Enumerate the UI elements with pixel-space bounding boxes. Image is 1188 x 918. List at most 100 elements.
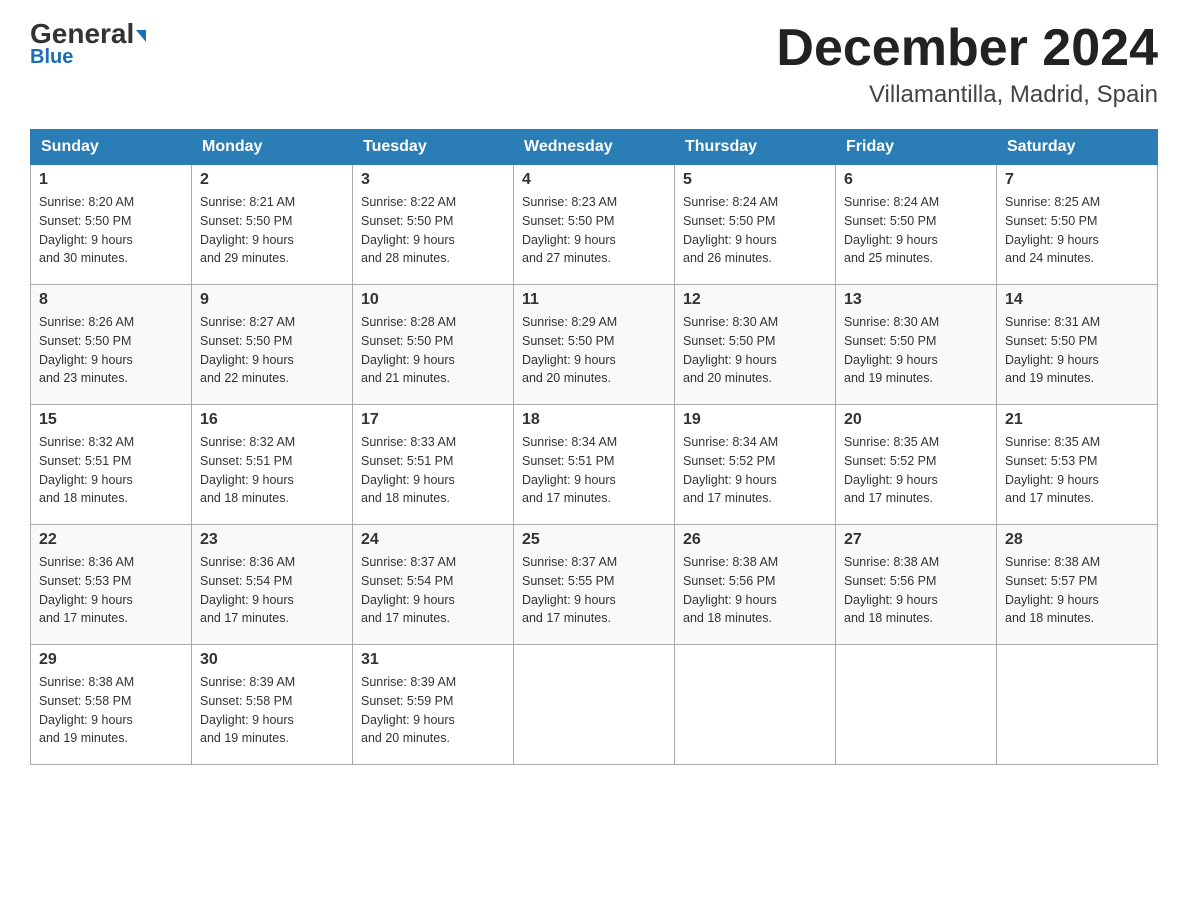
day-number: 1 xyxy=(39,171,183,189)
day-number: 9 xyxy=(200,291,344,309)
logo-text: General xyxy=(30,20,146,48)
day-info: Sunrise: 8:33 AMSunset: 5:51 PMDaylight:… xyxy=(361,433,505,508)
calendar-cell xyxy=(997,645,1158,765)
day-number: 13 xyxy=(844,291,988,309)
day-info: Sunrise: 8:35 AMSunset: 5:52 PMDaylight:… xyxy=(844,433,988,508)
calendar-cell: 6Sunrise: 8:24 AMSunset: 5:50 PMDaylight… xyxy=(836,165,997,285)
calendar-cell: 28Sunrise: 8:38 AMSunset: 5:57 PMDayligh… xyxy=(997,525,1158,645)
calendar-cell: 29 Sunrise: 8:38 AMSunset: 5:58 PMDayligh… xyxy=(31,645,192,765)
calendar-cell: 26Sunrise: 8:38 AMSunset: 5:56 PMDayligh… xyxy=(675,525,836,645)
calendar-cell: 12 Sunrise: 8:30 AMSunset: 5:50 PMDayligh… xyxy=(675,285,836,405)
calendar-cell: 7 Sunrise: 8:25 AMSunset: 5:50 PMDaylight… xyxy=(997,165,1158,285)
calendar-cell: 4 Sunrise: 8:23 AMSunset: 5:50 PMDaylight… xyxy=(514,165,675,285)
day-number: 14 xyxy=(1005,291,1149,309)
day-number: 30 xyxy=(200,651,344,669)
calendar-cell xyxy=(836,645,997,765)
day-info: Sunrise: 8:29 AMSunset: 5:50 PMDaylight:… xyxy=(522,313,666,388)
day-info: Sunrise: 8:37 AMSunset: 5:54 PMDaylight:… xyxy=(361,553,505,628)
day-info: Sunrise: 8:21 AMSunset: 5:50 PMDaylight:… xyxy=(200,193,344,268)
day-number: 5 xyxy=(683,171,827,189)
month-title: December 2024 xyxy=(776,20,1158,77)
calendar-cell: 10 Sunrise: 8:28 AMSunset: 5:50 PMDayligh… xyxy=(353,285,514,405)
day-number: 18 xyxy=(522,411,666,429)
day-number: 7 xyxy=(1005,171,1149,189)
day-info: Sunrise: 8:20 AMSunset: 5:50 PMDaylight:… xyxy=(39,193,183,268)
calendar-cell: 3 Sunrise: 8:22 AMSunset: 5:50 PMDaylight… xyxy=(353,165,514,285)
calendar-cell: 22 Sunrise: 8:36 AMSunset: 5:53 PMDayligh… xyxy=(31,525,192,645)
day-info: Sunrise: 8:25 AMSunset: 5:50 PMDaylight:… xyxy=(1005,193,1149,268)
calendar-cell: 15Sunrise: 8:32 AMSunset: 5:51 PMDayligh… xyxy=(31,405,192,525)
calendar-cell: 5 Sunrise: 8:24 AMSunset: 5:50 PMDaylight… xyxy=(675,165,836,285)
weekday-header-tuesday: Tuesday xyxy=(353,130,514,165)
calendar-cell: 9 Sunrise: 8:27 AMSunset: 5:50 PMDaylight… xyxy=(192,285,353,405)
day-info: Sunrise: 8:38 AMSunset: 5:56 PMDaylight:… xyxy=(683,553,827,628)
calendar-cell: 2 Sunrise: 8:21 AMSunset: 5:50 PMDaylight… xyxy=(192,165,353,285)
calendar-week-row: 1 Sunrise: 8:20 AMSunset: 5:50 PMDaylight… xyxy=(31,165,1158,285)
day-number: 21 xyxy=(1005,411,1149,429)
day-info: Sunrise: 8:27 AMSunset: 5:50 PMDaylight:… xyxy=(200,313,344,388)
day-number: 29 xyxy=(39,651,183,669)
logo-blue-text: Blue xyxy=(30,46,73,69)
calendar-cell: 13Sunrise: 8:30 AMSunset: 5:50 PMDayligh… xyxy=(836,285,997,405)
calendar-week-row: 8Sunrise: 8:26 AMSunset: 5:50 PMDaylight… xyxy=(31,285,1158,405)
day-info: Sunrise: 8:24 AMSunset: 5:50 PMDaylight:… xyxy=(683,193,827,268)
calendar-cell: 16 Sunrise: 8:32 AMSunset: 5:51 PMDayligh… xyxy=(192,405,353,525)
day-info: Sunrise: 8:32 AMSunset: 5:51 PMDaylight:… xyxy=(200,433,344,508)
day-number: 20 xyxy=(844,411,988,429)
weekday-header-row: SundayMondayTuesdayWednesdayThursdayFrid… xyxy=(31,130,1158,165)
day-number: 3 xyxy=(361,171,505,189)
day-number: 25 xyxy=(522,531,666,549)
day-number: 23 xyxy=(200,531,344,549)
calendar-cell: 27Sunrise: 8:38 AMSunset: 5:56 PMDayligh… xyxy=(836,525,997,645)
day-info: Sunrise: 8:38 AMSunset: 5:58 PMDaylight:… xyxy=(39,673,183,748)
day-info: Sunrise: 8:38 AMSunset: 5:57 PMDaylight:… xyxy=(1005,553,1149,628)
calendar-cell xyxy=(675,645,836,765)
day-info: Sunrise: 8:28 AMSunset: 5:50 PMDaylight:… xyxy=(361,313,505,388)
weekday-header-monday: Monday xyxy=(192,130,353,165)
logo-arrow-icon xyxy=(136,30,146,42)
day-info: Sunrise: 8:37 AMSunset: 5:55 PMDaylight:… xyxy=(522,553,666,628)
day-number: 19 xyxy=(683,411,827,429)
day-number: 4 xyxy=(522,171,666,189)
calendar-cell: 11 Sunrise: 8:29 AMSunset: 5:50 PMDayligh… xyxy=(514,285,675,405)
calendar-cell: 25 Sunrise: 8:37 AMSunset: 5:55 PMDayligh… xyxy=(514,525,675,645)
calendar-cell: 21 Sunrise: 8:35 AMSunset: 5:53 PMDayligh… xyxy=(997,405,1158,525)
day-info: Sunrise: 8:30 AMSunset: 5:50 PMDaylight:… xyxy=(683,313,827,388)
day-info: Sunrise: 8:39 AMSunset: 5:58 PMDaylight:… xyxy=(200,673,344,748)
day-number: 27 xyxy=(844,531,988,549)
day-number: 10 xyxy=(361,291,505,309)
weekday-header-friday: Friday xyxy=(836,130,997,165)
logo: General Blue xyxy=(30,20,146,69)
calendar-cell xyxy=(514,645,675,765)
day-info: Sunrise: 8:23 AMSunset: 5:50 PMDaylight:… xyxy=(522,193,666,268)
calendar-cell: 17 Sunrise: 8:33 AMSunset: 5:51 PMDayligh… xyxy=(353,405,514,525)
day-number: 2 xyxy=(200,171,344,189)
day-number: 31 xyxy=(361,651,505,669)
calendar-cell: 19Sunrise: 8:34 AMSunset: 5:52 PMDayligh… xyxy=(675,405,836,525)
weekday-header-saturday: Saturday xyxy=(997,130,1158,165)
day-info: Sunrise: 8:36 AMSunset: 5:53 PMDaylight:… xyxy=(39,553,183,628)
day-number: 17 xyxy=(361,411,505,429)
page-header: General Blue December 2024 Villamantilla… xyxy=(30,20,1158,109)
calendar-table: SundayMondayTuesdayWednesdayThursdayFrid… xyxy=(30,129,1158,765)
day-info: Sunrise: 8:34 AMSunset: 5:51 PMDaylight:… xyxy=(522,433,666,508)
calendar-week-row: 22 Sunrise: 8:36 AMSunset: 5:53 PMDayligh… xyxy=(31,525,1158,645)
day-info: Sunrise: 8:35 AMSunset: 5:53 PMDaylight:… xyxy=(1005,433,1149,508)
calendar-cell: 30 Sunrise: 8:39 AMSunset: 5:58 PMDayligh… xyxy=(192,645,353,765)
title-block: December 2024 Villamantilla, Madrid, Spa… xyxy=(776,20,1158,109)
day-number: 12 xyxy=(683,291,827,309)
calendar-week-row: 15Sunrise: 8:32 AMSunset: 5:51 PMDayligh… xyxy=(31,405,1158,525)
day-number: 22 xyxy=(39,531,183,549)
day-info: Sunrise: 8:22 AMSunset: 5:50 PMDaylight:… xyxy=(361,193,505,268)
calendar-cell: 24Sunrise: 8:37 AMSunset: 5:54 PMDayligh… xyxy=(353,525,514,645)
calendar-cell: 20 Sunrise: 8:35 AMSunset: 5:52 PMDayligh… xyxy=(836,405,997,525)
weekday-header-sunday: Sunday xyxy=(31,130,192,165)
day-number: 16 xyxy=(200,411,344,429)
calendar-cell: 1 Sunrise: 8:20 AMSunset: 5:50 PMDaylight… xyxy=(31,165,192,285)
day-number: 8 xyxy=(39,291,183,309)
calendar-cell: 23 Sunrise: 8:36 AMSunset: 5:54 PMDayligh… xyxy=(192,525,353,645)
day-info: Sunrise: 8:36 AMSunset: 5:54 PMDaylight:… xyxy=(200,553,344,628)
day-info: Sunrise: 8:24 AMSunset: 5:50 PMDaylight:… xyxy=(844,193,988,268)
day-number: 11 xyxy=(522,291,666,309)
location-title: Villamantilla, Madrid, Spain xyxy=(776,81,1158,109)
